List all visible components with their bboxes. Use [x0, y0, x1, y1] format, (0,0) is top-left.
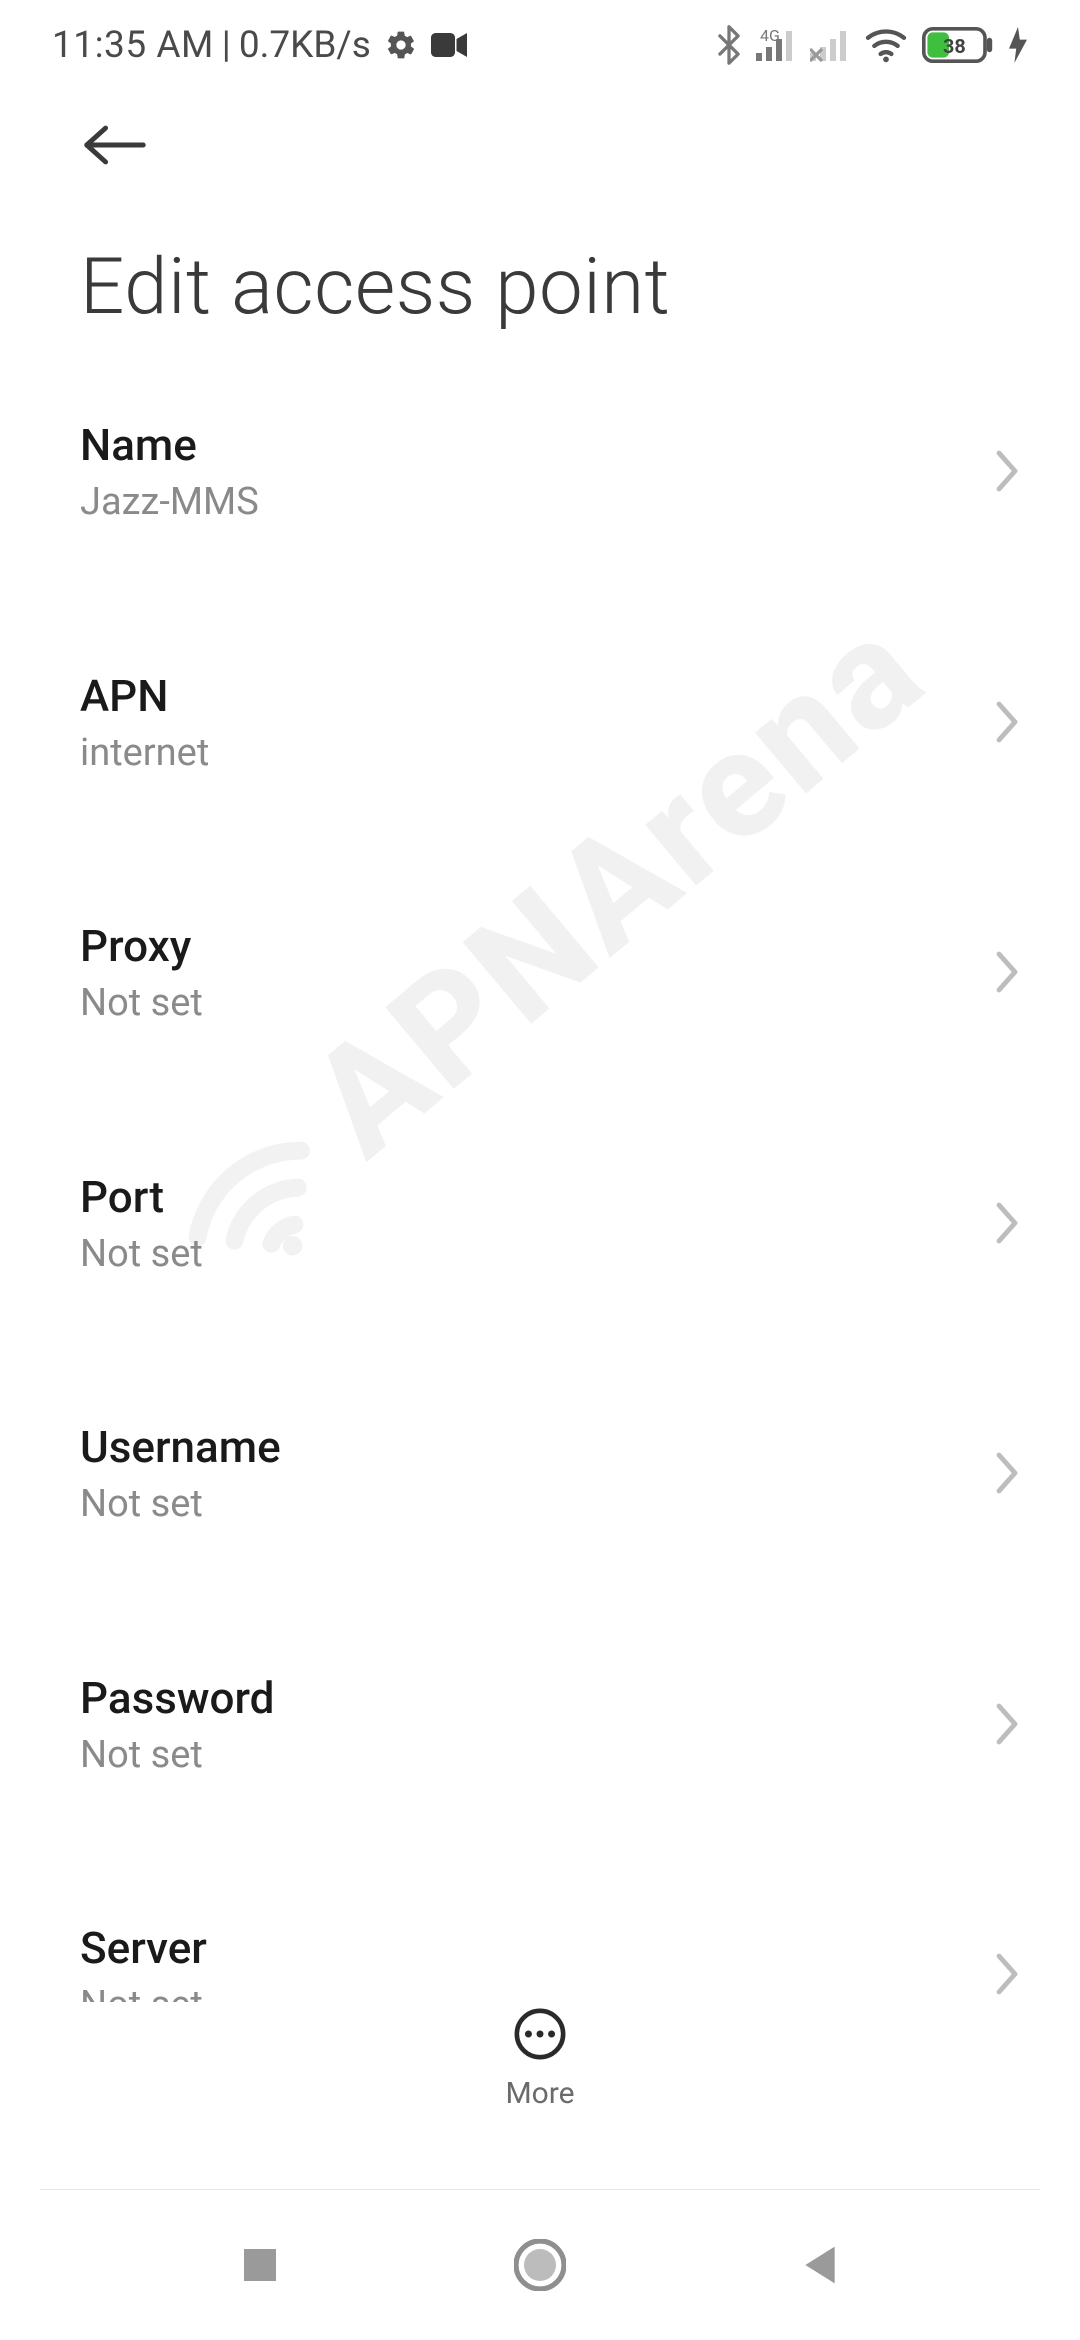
- setting-value: Not set: [80, 1481, 1000, 1529]
- setting-value: Jazz-MMS: [80, 479, 1000, 527]
- chevron-right-icon: [994, 1702, 1020, 1750]
- setting-value: Not set: [80, 1231, 1000, 1279]
- chevron-right-icon: [994, 449, 1020, 497]
- status-time: 11:35 AM: [52, 24, 214, 67]
- status-separator: |: [222, 24, 231, 67]
- setting-value: internet: [80, 730, 1000, 778]
- chevron-right-icon: [994, 950, 1020, 998]
- header: Edit access point: [0, 110, 1080, 333]
- setting-label: Name: [80, 418, 1000, 473]
- setting-item-server[interactable]: Server Not set: [0, 1883, 1080, 2020]
- setting-item-apn[interactable]: APN internet: [0, 631, 1080, 818]
- circle-icon: [514, 2239, 566, 2291]
- setting-label: Server: [80, 1921, 1000, 1976]
- status-bar: 11:35 AM | 0.7KB/s 4G 38: [0, 0, 1080, 90]
- page-title: Edit access point: [80, 242, 1000, 333]
- more-horizontal-icon: [508, 2002, 572, 2066]
- nav-recents-button[interactable]: [220, 2225, 300, 2305]
- setting-label: Port: [80, 1170, 1000, 1225]
- setting-label: APN: [80, 669, 1000, 724]
- wifi-icon: [864, 27, 908, 63]
- svg-text:38: 38: [943, 35, 966, 58]
- setting-item-name[interactable]: Name Jazz-MMS: [0, 380, 1080, 567]
- back-button[interactable]: [80, 110, 150, 180]
- setting-item-password[interactable]: Password Not set: [0, 1633, 1080, 1820]
- setting-label: Proxy: [80, 919, 1000, 974]
- status-net-speed: 0.7KB/s: [239, 24, 371, 67]
- setting-value: Not set: [80, 1732, 1000, 1780]
- arrow-left-icon: [83, 123, 147, 167]
- triangle-left-icon: [800, 2243, 840, 2287]
- setting-label: Password: [80, 1671, 1000, 1726]
- bluetooth-icon: [716, 25, 742, 65]
- more-button[interactable]: More: [0, 2002, 1080, 2162]
- square-icon: [240, 2245, 280, 2285]
- setting-value: Not set: [80, 980, 1000, 1028]
- nav-home-button[interactable]: [500, 2225, 580, 2305]
- chevron-right-icon: [994, 1201, 1020, 1249]
- signal-nosim-icon: [810, 28, 850, 62]
- signal-4g-icon: 4G: [756, 28, 796, 62]
- setting-item-port[interactable]: Port Not set: [0, 1132, 1080, 1319]
- setting-label: Username: [80, 1420, 1000, 1475]
- video-icon: [431, 31, 467, 59]
- more-label: More: [505, 2076, 574, 2111]
- chevron-right-icon: [994, 1952, 1020, 2000]
- setting-item-proxy[interactable]: Proxy Not set: [0, 881, 1080, 1068]
- chevron-right-icon: [994, 1451, 1020, 1499]
- setting-item-username[interactable]: Username Not set: [0, 1382, 1080, 1569]
- battery-icon: 38: [922, 27, 994, 63]
- system-nav-bar: [0, 2190, 1080, 2340]
- nav-back-button[interactable]: [780, 2225, 860, 2305]
- chevron-right-icon: [994, 700, 1020, 748]
- gear-icon: [385, 29, 417, 61]
- charging-icon: [1008, 27, 1028, 63]
- settings-list: Name Jazz-MMS APN internet Proxy Not set…: [0, 380, 1080, 2020]
